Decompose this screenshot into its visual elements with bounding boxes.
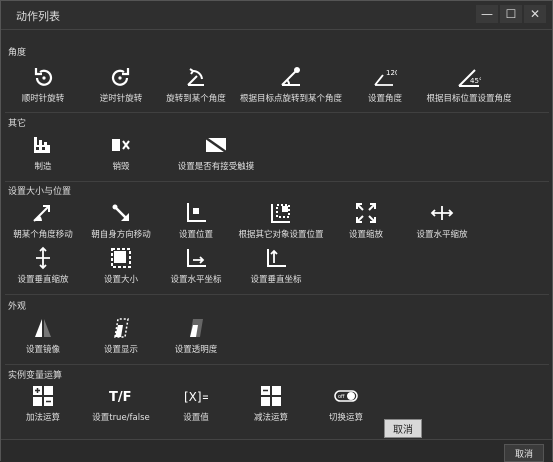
add-icon xyxy=(31,384,55,408)
minimize-icon: — xyxy=(481,7,493,21)
svg-text:45°: 45° xyxy=(470,77,481,85)
divider xyxy=(5,364,549,365)
maximize-icon: ☐ xyxy=(505,7,517,21)
create-icon xyxy=(31,133,55,157)
action-toggle[interactable]: off 切换运算 xyxy=(286,384,406,423)
set-y-icon xyxy=(264,246,288,270)
move-at-angle-icon xyxy=(31,201,55,225)
visibility-icon xyxy=(109,316,133,340)
position-by-object-icon xyxy=(269,201,293,225)
window-controls: — ☐ ✕ xyxy=(476,5,546,23)
set-x-icon xyxy=(184,246,208,270)
rotate-clockwise-icon xyxy=(31,65,55,89)
close-button[interactable]: ✕ xyxy=(524,5,546,23)
section-title-instance-variable: 实例变量运算 xyxy=(8,371,63,381)
action-set-horizontal-scale[interactable]: 设置水平缩放 xyxy=(382,201,502,240)
expand-icon xyxy=(354,201,378,225)
set-angle-icon: 120° xyxy=(373,65,397,89)
set-size-icon xyxy=(109,246,133,270)
action-set-angle-by-target[interactable]: 45° 根据目标位置设置角度 xyxy=(409,65,529,104)
touch-disabled-icon xyxy=(204,133,228,157)
true-false-icon: T/F xyxy=(109,384,133,408)
mirror-icon xyxy=(31,316,55,340)
section-title-appearance: 外观 xyxy=(8,302,27,312)
horizontal-scale-icon xyxy=(430,201,454,225)
divider xyxy=(5,294,549,295)
action-set-y[interactable]: 设置垂直坐标 xyxy=(216,246,336,285)
set-value-icon: [X]= xyxy=(184,384,208,408)
title-bar: 动作列表 — ☐ ✕ xyxy=(1,1,552,30)
minimize-button[interactable]: — xyxy=(476,5,498,23)
window-title: 动作列表 xyxy=(16,10,60,23)
svg-text:T/F: T/F xyxy=(109,390,132,405)
action-set-touch-enabled[interactable]: 设置是否有接受触摸 xyxy=(156,133,276,172)
toggle-icon: off xyxy=(334,384,358,408)
rotate-to-angle-icon xyxy=(184,65,208,89)
move-forward-icon xyxy=(109,201,133,225)
set-position-icon xyxy=(184,201,208,225)
set-angle-by-target-icon: 45° xyxy=(457,65,481,89)
action-set-opacity[interactable]: 设置透明度 xyxy=(136,316,256,355)
vertical-scale-icon xyxy=(31,246,55,270)
svg-text:[X]=: [X]= xyxy=(184,390,208,404)
section-title-angle: 角度 xyxy=(8,48,27,58)
bottom-bar xyxy=(1,439,552,461)
maximize-button[interactable]: ☐ xyxy=(500,5,522,23)
svg-text:120°: 120° xyxy=(386,69,397,77)
divider xyxy=(5,181,549,182)
subtract-icon xyxy=(259,384,283,408)
section-title-other: 其它 xyxy=(8,119,27,129)
close-icon: ✕ xyxy=(529,7,541,21)
rotate-to-target-icon xyxy=(279,65,303,89)
cancel-button[interactable]: 取消 xyxy=(504,444,544,462)
action-list-window: 动作列表 — ☐ ✕ 角度 顺时针旋转 逆时针旋转 旋转到某个角度 根据目标点旋… xyxy=(0,0,553,462)
opacity-icon xyxy=(184,316,208,340)
section-title-size-position: 设置大小与位置 xyxy=(8,187,72,197)
divider xyxy=(5,112,549,113)
destroy-icon xyxy=(109,133,133,157)
tooltip: 取消 xyxy=(384,419,422,438)
rotate-counterclockwise-icon xyxy=(109,65,133,89)
svg-text:off: off xyxy=(338,394,345,400)
